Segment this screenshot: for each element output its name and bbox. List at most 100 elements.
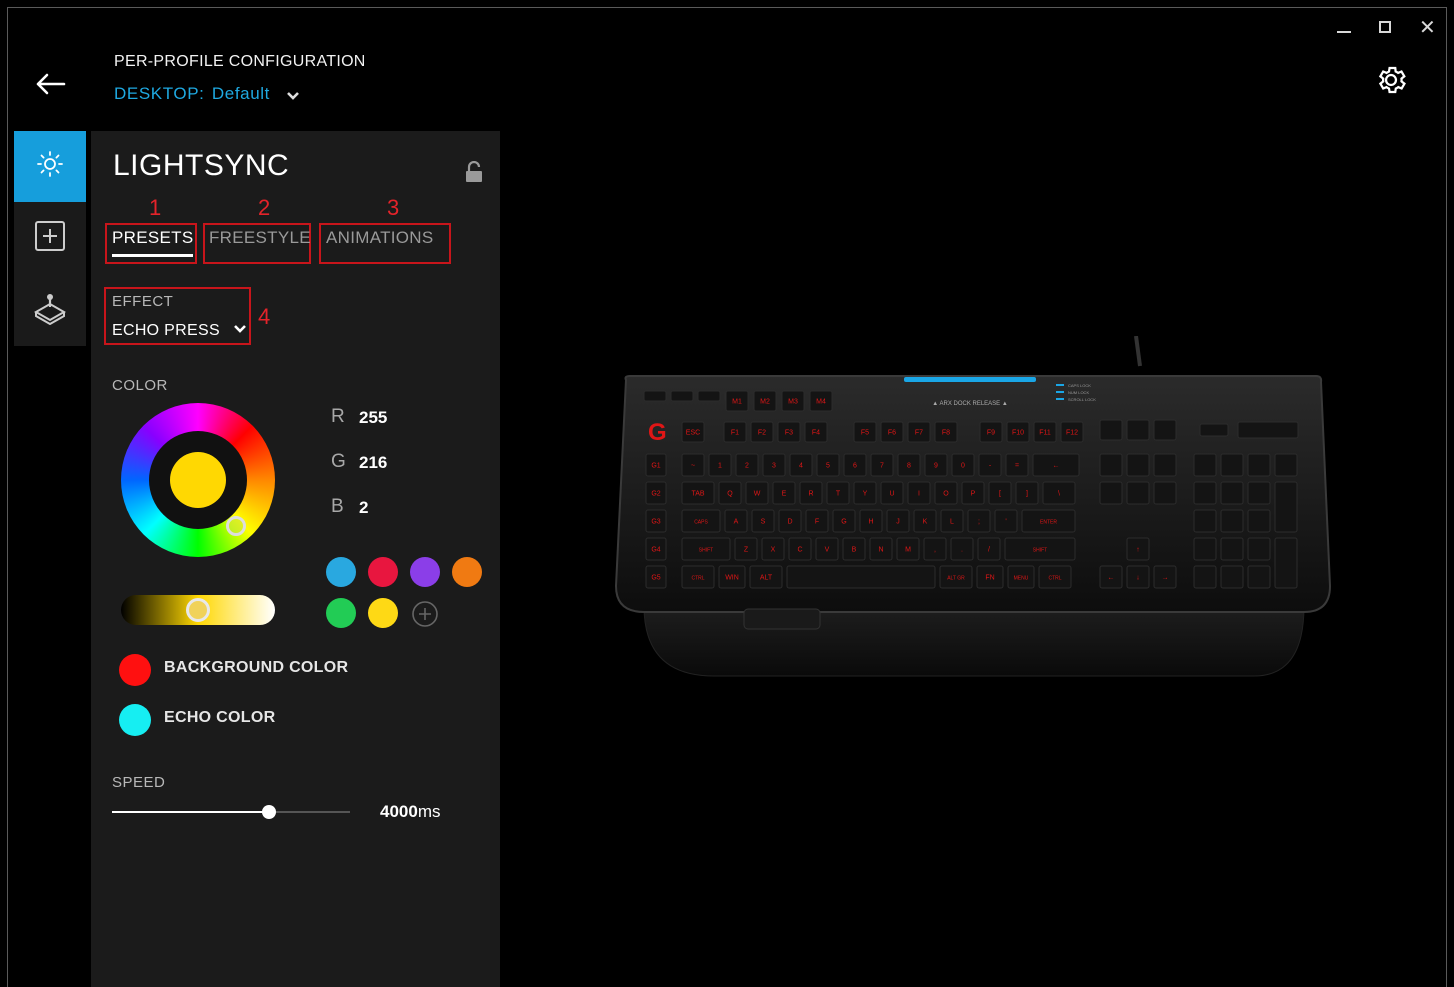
keyboard-key: , xyxy=(923,537,947,561)
svg-text:MENU: MENU xyxy=(1014,576,1029,582)
keyboard-key: F5 xyxy=(853,421,877,443)
plus-circle-icon[interactable] xyxy=(412,601,438,632)
minimize-icon[interactable] xyxy=(1337,16,1353,36)
svg-text:Y: Y xyxy=(863,491,868,498)
keyboard-key: O xyxy=(934,481,958,505)
speed-handle[interactable] xyxy=(262,805,277,819)
sidebar-item-game-mode[interactable] xyxy=(14,275,86,346)
tab-freestyle[interactable]: FREESTYLE xyxy=(209,228,311,248)
svg-text:CTRL: CTRL xyxy=(1048,576,1061,582)
swatch-green[interactable] xyxy=(326,598,356,628)
swatch-yellow[interactable] xyxy=(368,598,398,628)
brightness-handle[interactable] xyxy=(186,598,210,622)
svg-text:R: R xyxy=(808,491,813,498)
numpad-key xyxy=(1247,537,1271,561)
tab-marker-2: 2 xyxy=(258,195,271,220)
profile-prefix: DESKTOP: xyxy=(114,84,205,103)
system-key xyxy=(1126,419,1150,441)
svg-text:←: ← xyxy=(1108,575,1115,582)
svg-text:8: 8 xyxy=(907,463,911,470)
sidebar-item-lightsync[interactable] xyxy=(14,131,86,202)
status-indicator-light xyxy=(1056,384,1064,386)
gear-icon[interactable] xyxy=(1374,63,1408,97)
svg-text:F7: F7 xyxy=(915,430,923,437)
numpad-key xyxy=(1247,565,1271,589)
back-arrow-icon[interactable] xyxy=(34,70,66,98)
plus-square-icon xyxy=(34,220,66,257)
numpad-key xyxy=(1274,481,1298,533)
keyboard-key: F1 xyxy=(723,421,747,443)
keyboard-key: I xyxy=(907,481,931,505)
svg-text:ENTER: ENTER xyxy=(1040,520,1057,526)
tab-marker-3: 3 xyxy=(387,195,400,220)
keyboard-key: A xyxy=(724,509,748,533)
swatch-orange[interactable] xyxy=(452,557,482,587)
svg-text:P: P xyxy=(971,491,976,498)
keyboard-key: F4 xyxy=(804,421,828,443)
page-subtitle: PER-PROFILE CONFIGURATION xyxy=(114,53,366,70)
keyboard-key: C xyxy=(788,537,812,561)
close-icon[interactable]: ✕ xyxy=(1419,18,1436,38)
tab-marker-1: 1 xyxy=(149,195,162,220)
echo-color-swatch[interactable] xyxy=(119,704,151,736)
g-value[interactable]: 216 xyxy=(359,453,387,473)
background-color-label: BACKGROUND COLOR xyxy=(164,659,349,676)
svg-text:▲ ARX DOCK RELEASE ▲: ▲ ARX DOCK RELEASE ▲ xyxy=(932,401,1008,407)
tab-presets[interactable]: PRESETS xyxy=(112,228,194,257)
svg-text:9: 9 xyxy=(934,463,938,470)
svg-text:D: D xyxy=(787,519,792,526)
media-key xyxy=(1199,423,1229,437)
nav-key xyxy=(1126,453,1150,477)
keyboard-key: ALT xyxy=(749,565,783,589)
r-value[interactable]: 255 xyxy=(359,408,387,428)
numpad-key xyxy=(1274,453,1298,477)
keyboard-key: 1 xyxy=(708,453,732,477)
color-wheel-handle[interactable] xyxy=(226,516,246,536)
svg-text:\: \ xyxy=(1058,491,1060,498)
keyboard-key: ENTER xyxy=(1021,509,1076,533)
svg-text:ALT GR: ALT GR xyxy=(947,576,965,582)
swatch-blue[interactable] xyxy=(326,557,356,587)
svg-text:U: U xyxy=(889,491,894,498)
keyboard-key: [ xyxy=(988,481,1012,505)
sidebar-item-assignments[interactable] xyxy=(14,203,86,274)
svg-text:FN: FN xyxy=(985,575,994,582)
effect-marker-4: 4 xyxy=(258,304,271,329)
svg-text:←: ← xyxy=(1053,463,1060,470)
speed-value[interactable]: 4000ms xyxy=(380,802,441,822)
keyboard-key: 3 xyxy=(762,453,786,477)
effect-label: EFFECT xyxy=(112,293,174,310)
profile-selector[interactable]: DESKTOP: Default xyxy=(114,84,300,106)
svg-text:SHIFT: SHIFT xyxy=(1033,548,1047,554)
speed-label: SPEED xyxy=(112,774,166,791)
svg-text:I: I xyxy=(918,491,920,498)
svg-text:O: O xyxy=(943,491,949,498)
b-value[interactable]: 2 xyxy=(359,498,368,518)
effect-dropdown[interactable]: ECHO PRESS xyxy=(112,321,247,340)
svg-text:X: X xyxy=(771,547,776,554)
tab-animations[interactable]: ANIMATIONS xyxy=(326,228,434,248)
numpad-key xyxy=(1220,537,1244,561)
numpad-key xyxy=(1193,509,1217,533)
keyboard-key: ALT GR xyxy=(939,565,973,589)
svg-text:K: K xyxy=(923,519,928,526)
sidebar xyxy=(14,131,86,346)
brightness-slider[interactable] xyxy=(121,595,275,625)
svg-text:F3: F3 xyxy=(785,430,793,437)
swatch-purple[interactable] xyxy=(410,557,440,587)
arrow-key: ↓ xyxy=(1126,565,1150,589)
keyboard-key: FN xyxy=(976,565,1004,589)
background-color-swatch[interactable] xyxy=(119,654,151,686)
maximize-icon[interactable] xyxy=(1379,21,1391,33)
status-indicator-label: CAPS LOCK xyxy=(1068,383,1091,388)
chevron-down-icon xyxy=(286,88,300,106)
speed-slider[interactable] xyxy=(112,804,350,820)
g-key: G1 xyxy=(645,453,667,477)
numpad-key xyxy=(1247,509,1271,533)
color-wheel[interactable] xyxy=(121,403,275,557)
unlock-icon[interactable] xyxy=(465,160,483,188)
swatch-red[interactable] xyxy=(368,557,398,587)
keyboard-key: CTRL xyxy=(681,565,715,589)
svg-text:F: F xyxy=(815,519,819,526)
keyboard-key: Z xyxy=(734,537,758,561)
